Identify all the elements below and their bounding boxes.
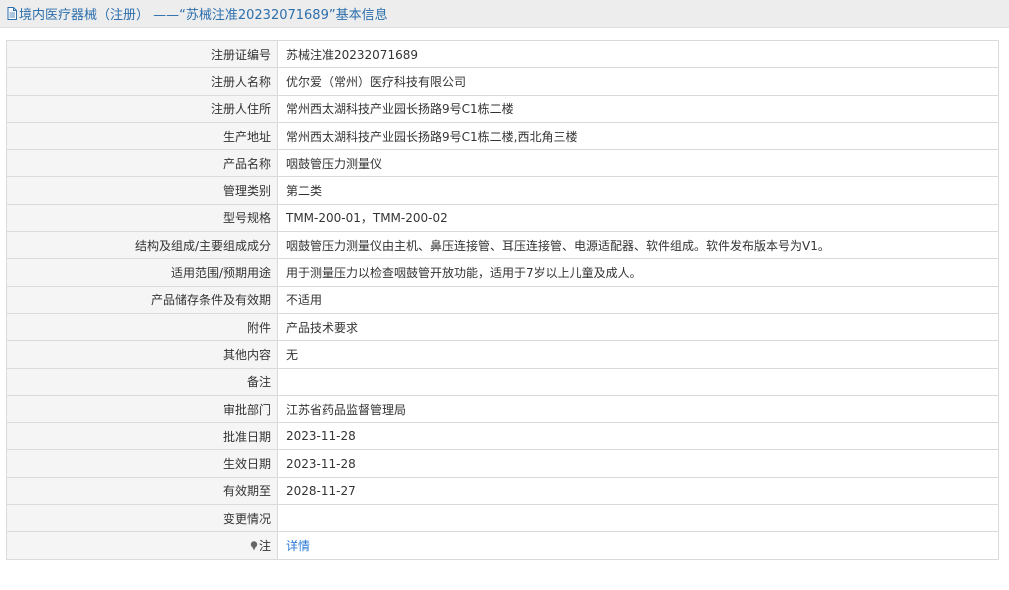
document-icon [7,7,17,20]
row-value: 不适用 [277,285,999,314]
page-header: 境内医疗器械（注册） ——“苏械注准20232071689”基本信息 [0,0,1009,28]
row-value: 无 [277,340,999,369]
registration-info-table: 注册证编号 苏械注准20232071689 注册人名称 优尔爱（常州）医疗科技有… [6,39,999,560]
row-label: 适用范围/预期用途 [6,258,278,287]
row-value: 2023-11-28 [277,422,999,451]
row-label: 附件 [6,312,278,342]
table-row: 其他内容 无 [6,340,999,369]
table-row: 产品储存条件及有效期 不适用 [6,285,999,314]
row-label: 其他内容 [6,340,278,369]
table-row: 适用范围/预期用途 用于测量压力以检查咽鼓管开放功能，适用于7岁以上儿童及成人。 [6,258,999,287]
row-label: 注册人名称 [6,67,278,96]
table-row: 产品名称 咽鼓管压力测量仪 [6,149,999,178]
row-label: 备注 [6,367,278,396]
row-value [277,367,999,396]
row-value: 江苏省药品监督管理局 [277,394,999,424]
row-label: 生效日期 [6,449,278,478]
table-row: 注册人名称 优尔爱（常州）医疗科技有限公司 [6,67,999,96]
table-row: 备注 [6,367,999,396]
note-label: 注 [258,538,271,553]
table-row: 生效日期 2023-11-28 [6,449,999,478]
row-label: 型号规格 [6,203,278,233]
row-label: 有效期至 [6,476,278,506]
table-row: 审批部门 江苏省药品监督管理局 [6,394,999,424]
table-row: 附件 产品技术要求 [6,312,999,342]
table-row: 型号规格 TMM-200-01，TMM-200-02 [6,203,999,233]
table-row-note: 注 详情 [6,531,999,560]
table-row: 有效期至 2028-11-27 [6,476,999,506]
page-title: 境内医疗器械（注册） ——“苏械注准20232071689”基本信息 [19,8,388,23]
note-value-cell: 详情 [277,531,999,560]
row-label: 结构及组成/主要组成成分 [6,231,278,260]
table-row: 变更情况 [6,504,999,533]
row-label: 管理类别 [6,176,278,205]
table-row: 注册证编号 苏械注准20232071689 [6,39,999,69]
row-value: 产品技术要求 [277,312,999,342]
pin-icon [250,541,258,551]
table-row: 生产地址 常州西太湖科技产业园长扬路9号C1栋二楼,西北角三楼 [6,121,999,151]
row-value: 咽鼓管压力测量仪由主机、鼻压连接管、耳压连接管、电源适配器、软件组成。软件发布版… [277,231,999,260]
row-value: 2023-11-28 [277,449,999,478]
table-row: 批准日期 2023-11-28 [6,422,999,451]
row-label: 批准日期 [6,422,278,451]
row-label: 生产地址 [6,121,278,151]
row-label: 注册人住所 [6,94,278,123]
row-value [277,504,999,533]
details-link[interactable]: 详情 [286,539,310,553]
row-value: 第二类 [277,176,999,205]
row-label: 产品储存条件及有效期 [6,285,278,314]
table-row: 管理类别 第二类 [6,176,999,205]
row-value: 常州西太湖科技产业园长扬路9号C1栋二楼 [277,94,999,123]
row-value: 用于测量压力以检查咽鼓管开放功能，适用于7岁以上儿童及成人。 [277,258,999,287]
row-label: 变更情况 [6,504,278,533]
row-value: TMM-200-01，TMM-200-02 [277,203,999,233]
row-value: 优尔爱（常州）医疗科技有限公司 [277,67,999,96]
row-value: 2028-11-27 [277,476,999,506]
note-label-cell: 注 [6,531,278,560]
row-label: 产品名称 [6,149,278,178]
row-value: 常州西太湖科技产业园长扬路9号C1栋二楼,西北角三楼 [277,121,999,151]
table-row: 结构及组成/主要组成成分 咽鼓管压力测量仪由主机、鼻压连接管、耳压连接管、电源适… [6,231,999,260]
table-row: 注册人住所 常州西太湖科技产业园长扬路9号C1栋二楼 [6,94,999,123]
row-label: 注册证编号 [6,39,278,69]
row-label: 审批部门 [6,394,278,424]
row-value: 咽鼓管压力测量仪 [277,149,999,178]
row-value: 苏械注准20232071689 [277,39,999,69]
